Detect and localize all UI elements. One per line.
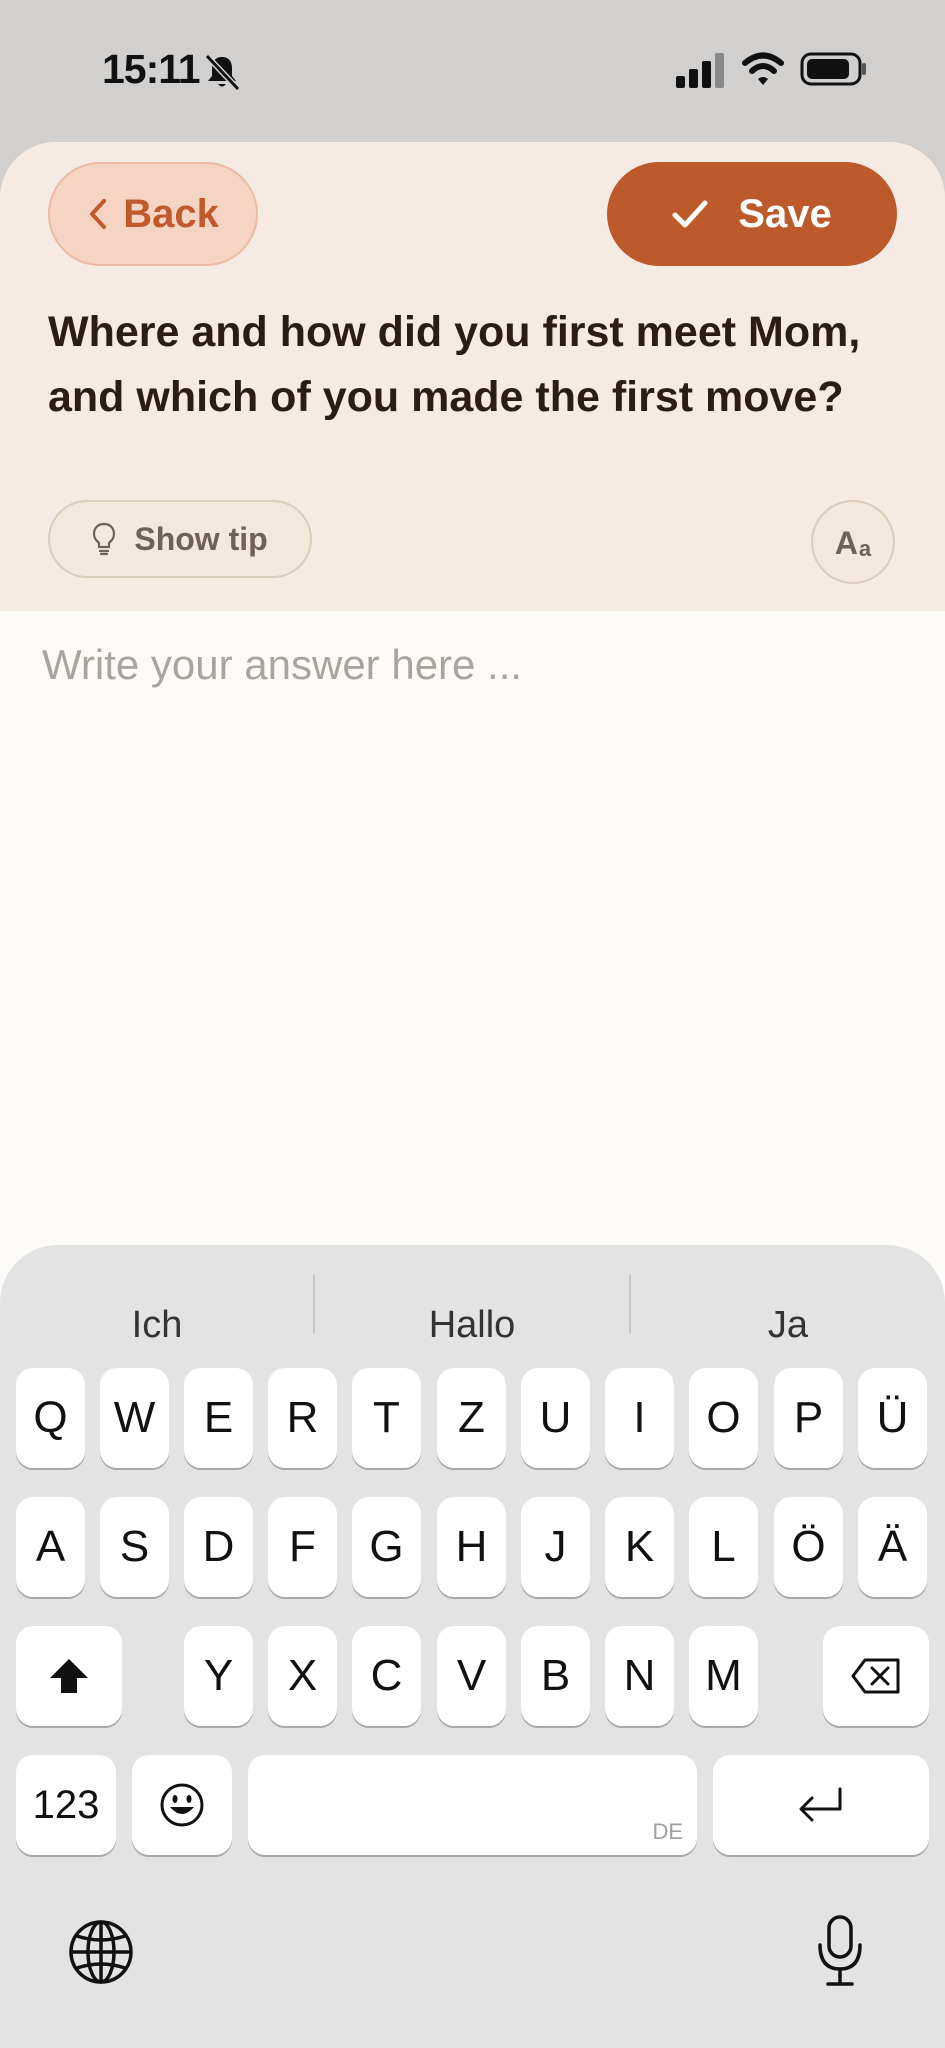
key-u[interactable]: U <box>521 1368 590 1468</box>
save-label: Save <box>738 191 832 236</box>
back-button[interactable]: Back <box>48 162 258 266</box>
battery-icon <box>800 52 866 86</box>
key-b[interactable]: B <box>521 1626 590 1726</box>
key-s[interactable]: S <box>100 1497 169 1597</box>
globe-icon[interactable] <box>66 1917 136 1987</box>
key-h[interactable]: H <box>437 1497 506 1597</box>
key-ae[interactable]: Ä <box>858 1497 927 1597</box>
key-e[interactable]: E <box>184 1368 253 1468</box>
key-w[interactable]: W <box>100 1368 169 1468</box>
key-oe[interactable]: Ö <box>774 1497 843 1597</box>
key-t[interactable]: T <box>352 1368 421 1468</box>
key-o[interactable]: O <box>689 1368 758 1468</box>
key-f[interactable]: F <box>268 1497 337 1597</box>
key-g[interactable]: G <box>352 1497 421 1597</box>
key-ue[interactable]: Ü <box>858 1368 927 1468</box>
shift-key[interactable] <box>16 1626 122 1726</box>
return-icon <box>799 1787 842 1822</box>
show-tip-button[interactable]: Show tip <box>48 500 312 578</box>
status-bar: 15:11 <box>0 0 945 140</box>
key-j[interactable]: J <box>521 1497 590 1597</box>
key-z[interactable]: Z <box>437 1368 506 1468</box>
key-m[interactable]: M <box>689 1626 758 1726</box>
suggestion-3[interactable]: Ja <box>631 1285 945 1365</box>
status-time: 15:11 <box>102 46 201 92</box>
keyboard: Ich Hallo Ja Q W E R T Z U I O P Ü A S D… <box>0 1245 945 2048</box>
key-y[interactable]: Y <box>184 1626 253 1726</box>
show-tip-label: Show tip <box>134 520 268 557</box>
microphone-icon[interactable] <box>812 1913 868 1989</box>
cellular-signal-icon <box>676 53 724 88</box>
suggestion-2[interactable]: Hallo <box>315 1285 629 1365</box>
checkmark-icon <box>672 200 708 228</box>
emoji-icon <box>160 1783 204 1827</box>
font-size-button[interactable]: Aa <box>811 500 895 584</box>
keyboard-language-label: DE <box>652 1819 683 1844</box>
key-l[interactable]: L <box>689 1497 758 1597</box>
key-x[interactable]: X <box>268 1626 337 1726</box>
save-button[interactable]: Save <box>607 162 897 266</box>
chevron-left-icon <box>90 199 107 229</box>
suggestion-1[interactable]: Ich <box>0 1285 314 1365</box>
key-n[interactable]: N <box>605 1626 674 1726</box>
question-header: Back Save Where and how did you first me… <box>0 142 945 610</box>
answer-input[interactable] <box>42 641 902 1021</box>
backspace-key[interactable] <box>823 1626 929 1726</box>
key-v[interactable]: V <box>437 1626 506 1726</box>
backspace-icon <box>851 1658 900 1694</box>
numbers-key[interactable]: 123 <box>16 1755 116 1855</box>
key-d[interactable]: D <box>184 1497 253 1597</box>
space-key[interactable]: DE <box>248 1755 697 1855</box>
question-title: Where and how did you first meet Mom, an… <box>48 308 861 421</box>
back-label: Back <box>123 191 219 236</box>
lightbulb-icon <box>93 522 116 556</box>
key-p[interactable]: P <box>774 1368 843 1468</box>
key-q[interactable]: Q <box>16 1368 85 1468</box>
shift-arrow-icon <box>50 1659 88 1693</box>
font-size-big-glyph: A <box>834 525 858 561</box>
key-r[interactable]: R <box>268 1368 337 1468</box>
wifi-icon <box>742 52 784 85</box>
key-a[interactable]: A <box>16 1497 85 1597</box>
emoji-key[interactable] <box>132 1755 232 1855</box>
return-key[interactable] <box>713 1755 929 1855</box>
key-i[interactable]: I <box>605 1368 674 1468</box>
font-size-small-glyph: a <box>858 536 872 561</box>
key-c[interactable]: C <box>352 1626 421 1726</box>
key-k[interactable]: K <box>605 1497 674 1597</box>
silent-bell-icon <box>204 53 241 92</box>
